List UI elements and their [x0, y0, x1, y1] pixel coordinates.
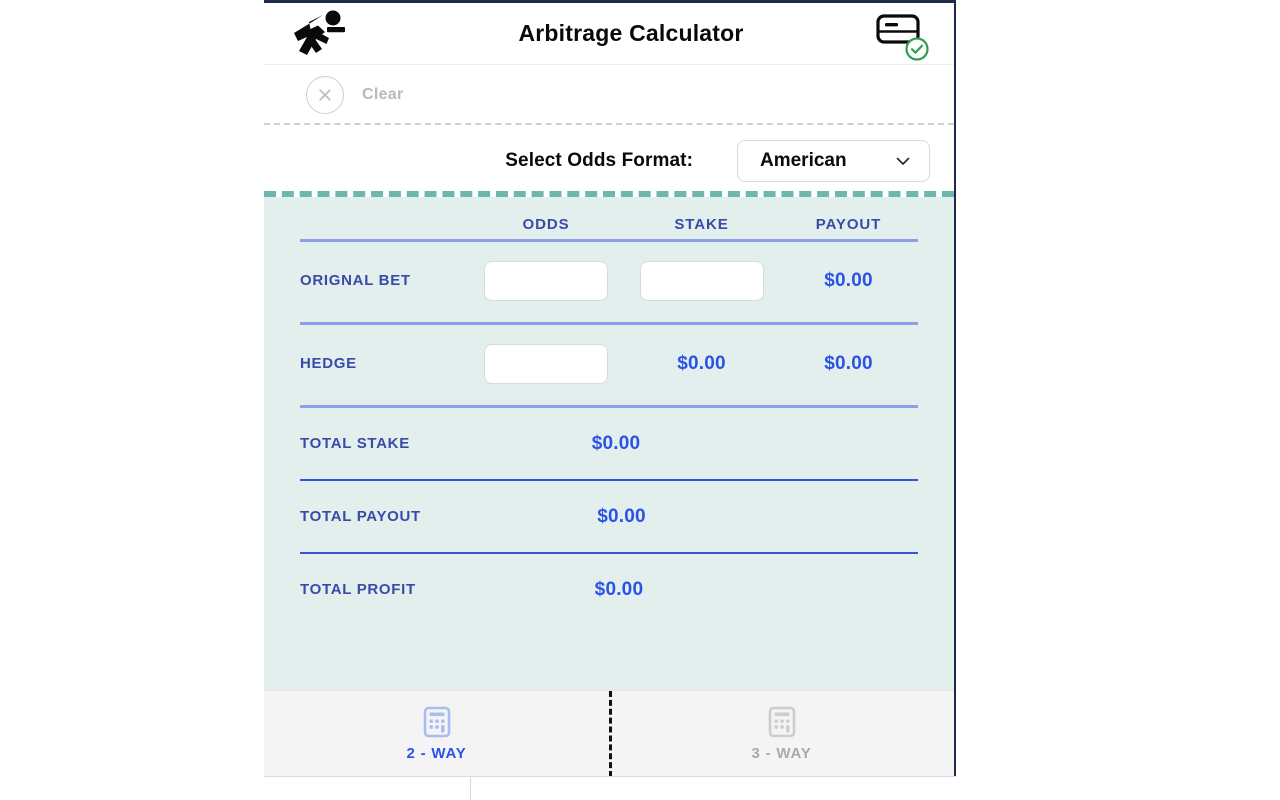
- calculator-table: ODDS STAKE PAYOUT ORIGNAL BET $0.00 HEDG…: [300, 197, 918, 625]
- table-row-original-bet: ORIGNAL BET $0.00: [300, 242, 918, 320]
- row-label-total-payout: TOTAL PAYOUT: [300, 508, 421, 525]
- tab-3-way-label: 3 - WAY: [751, 745, 812, 762]
- page-title: Arbitrage Calculator: [518, 20, 744, 46]
- check-circle-icon: [905, 37, 929, 61]
- close-circle-icon: [306, 76, 344, 114]
- page-background-right: [956, 0, 1280, 800]
- odds-format-label: Select Odds Format:: [505, 150, 693, 171]
- clear-button-label: Clear: [362, 86, 404, 103]
- column-header-stake: STAKE: [674, 216, 729, 233]
- table-row-total-profit: TOTAL PROFIT $0.00: [300, 554, 918, 625]
- tab-divider: [609, 691, 612, 777]
- calculator-body: ODDS STAKE PAYOUT ORIGNAL BET $0.00 HEDG…: [264, 197, 954, 690]
- hedge-odds-input[interactable]: [484, 344, 608, 384]
- wallet-status[interactable]: [876, 14, 932, 61]
- calculator-icon: [423, 706, 450, 738]
- arbitrage-calculator-panel: Arbitrage Calculator Clear Select Odds F…: [264, 0, 956, 777]
- total-profit-value: $0.00: [594, 578, 644, 600]
- tab-3-way[interactable]: 3 - WAY: [609, 691, 954, 776]
- tab-2-way[interactable]: 2 - WAY: [264, 691, 609, 776]
- table-header-row: ODDS STAKE PAYOUT: [300, 197, 918, 237]
- odds-format-select[interactable]: American: [737, 140, 930, 182]
- row-label-total-profit: TOTAL PROFIT: [300, 581, 416, 598]
- hedge-payout-value: $0.00: [824, 353, 873, 374]
- hedge-stake-value: $0.00: [677, 353, 726, 374]
- original-bet-stake-input[interactable]: [639, 261, 764, 301]
- tab-2-way-label: 2 - WAY: [406, 745, 467, 762]
- row-label-total-stake: TOTAL STAKE: [300, 435, 410, 452]
- row-label-original-bet: ORIGNAL BET: [300, 272, 411, 289]
- table-row-total-stake: TOTAL STAKE $0.00: [300, 408, 918, 479]
- table-row-hedge: HEDGE $0.00 $0.00: [300, 325, 918, 403]
- total-stake-value: $0.00: [591, 432, 641, 454]
- app-header: Arbitrage Calculator: [264, 3, 954, 65]
- clear-button[interactable]: Clear: [306, 76, 404, 114]
- odds-format-row: Select Odds Format: American: [264, 125, 954, 197]
- row-label-hedge: HEDGE: [300, 355, 357, 372]
- original-bet-odds-input[interactable]: [484, 261, 608, 301]
- bottom-tab-bar: 2 - WAY 3 - WAY: [264, 690, 954, 777]
- calculator-icon: [768, 706, 795, 738]
- page-background-left: [0, 0, 264, 800]
- clear-row: Clear: [264, 65, 954, 125]
- screen: Arbitrage Calculator Clear Select Odds F…: [0, 0, 1280, 800]
- page-footer-divider: [470, 777, 471, 800]
- column-header-payout: PAYOUT: [815, 216, 882, 233]
- odds-format-selected-value: American: [760, 150, 847, 171]
- total-payout-value: $0.00: [597, 505, 646, 527]
- column-header-odds: ODDS: [522, 216, 570, 233]
- page-footer-area: [264, 776, 956, 800]
- table-row-total-payout: TOTAL PAYOUT $0.00: [300, 481, 918, 552]
- chevron-down-icon: [896, 157, 910, 165]
- original-bet-payout-value: $0.00: [824, 270, 873, 291]
